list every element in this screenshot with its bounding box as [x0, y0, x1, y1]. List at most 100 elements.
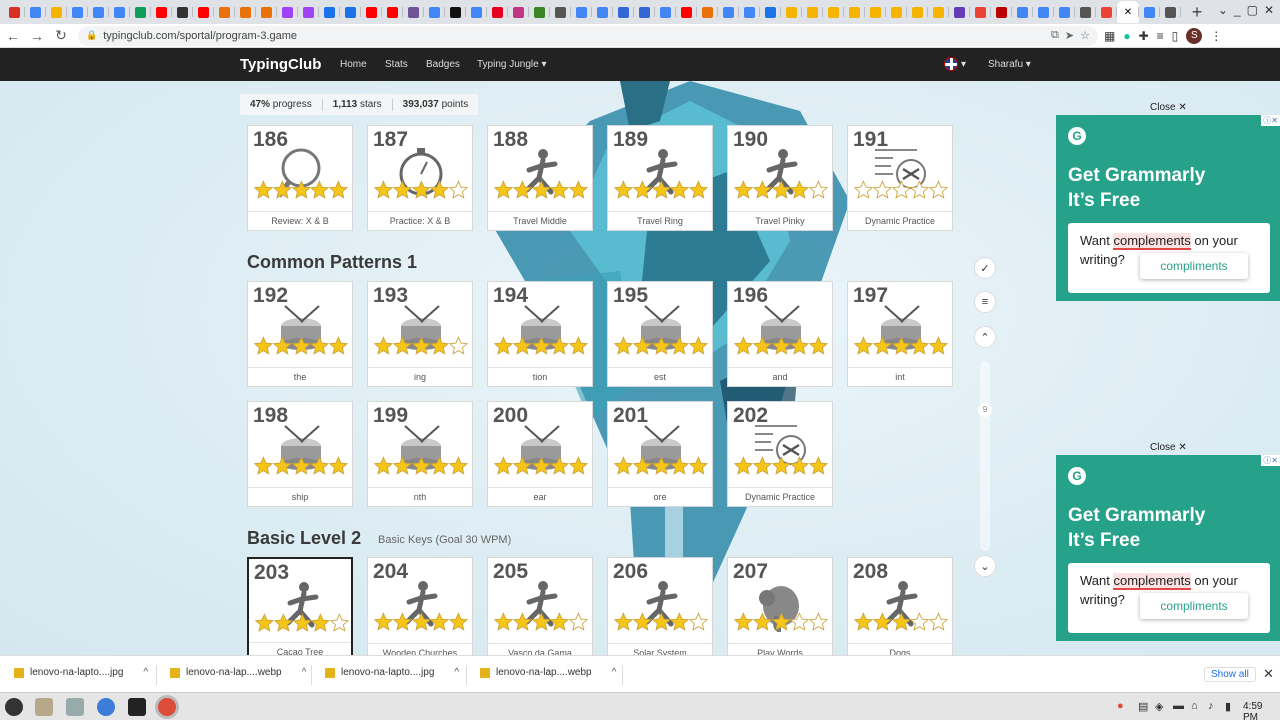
browser-tab[interactable] [130, 1, 151, 23]
browser-tab[interactable] [970, 1, 991, 23]
extension-icon[interactable]: ▦ [1104, 29, 1115, 43]
lesson-card[interactable]: 204 Wooden Churches [367, 557, 473, 655]
calculator-icon[interactable] [66, 698, 84, 716]
lesson-card[interactable]: 194 tion [487, 281, 593, 387]
lesson-card[interactable]: 207 Play Words [727, 557, 833, 655]
browser-tab[interactable] [382, 1, 403, 23]
lesson-card[interactable]: 195 est [607, 281, 713, 387]
side-panel-icon[interactable]: ▯ [1172, 29, 1179, 43]
lesson-card[interactable]: 208 Dogs [847, 557, 953, 655]
browser-tab[interactable] [550, 1, 571, 23]
language-dropdown-caret[interactable]: ▾ [961, 59, 966, 70]
browser-tab[interactable] [718, 1, 739, 23]
menu-dots-icon[interactable]: ⋮ [1210, 29, 1222, 43]
profile-avatar[interactable]: S [1186, 27, 1203, 44]
share-icon[interactable]: ➤ [1065, 29, 1074, 42]
browser-tab[interactable] [529, 1, 550, 23]
lesson-card[interactable]: 191 Dynamic Practice [847, 125, 953, 231]
translate-icon[interactable]: ⧉ [1051, 29, 1059, 42]
nav-stats[interactable]: Stats [385, 59, 408, 70]
terminal-icon[interactable] [128, 698, 146, 716]
browser-tab[interactable] [214, 1, 235, 23]
browser-tab[interactable] [403, 1, 424, 23]
browser-tab[interactable] [949, 1, 970, 23]
file-manager-icon[interactable] [35, 698, 53, 716]
lesson-card[interactable]: 196 and [727, 281, 833, 387]
lesson-card[interactable]: 206 Solar System [607, 557, 713, 655]
check-circle-icon[interactable]: ✓ [974, 257, 996, 279]
browser-tab[interactable] [193, 1, 214, 23]
browser-tab[interactable] [613, 1, 634, 23]
lesson-scroll-track[interactable] [980, 361, 990, 551]
start-menu-icon[interactable] [5, 698, 23, 716]
browser-tab[interactable] [592, 1, 613, 23]
battery-icon[interactable]: ▮ [1225, 700, 1231, 713]
ad-choices-icon[interactable]: ⓘ✕ [1261, 455, 1280, 466]
browser-tab[interactable] [298, 1, 319, 23]
nav-typing-jungle[interactable]: Typing Jungle ▾ [477, 59, 547, 70]
browser-tab[interactable] [928, 1, 949, 23]
lesson-card[interactable]: 200 ear [487, 401, 593, 507]
browser-tab[interactable] [487, 1, 508, 23]
close-tab-icon[interactable]: ✕ [1124, 7, 1132, 18]
browser-tab[interactable] [844, 1, 865, 23]
scroll-up-button[interactable]: ⌃ [974, 326, 996, 348]
browser-tab[interactable] [760, 1, 781, 23]
chrome-tray-icon[interactable]: ● [1117, 700, 1124, 712]
browser-tab[interactable] [88, 1, 109, 23]
lesson-card[interactable]: 190 Travel Pinky [727, 125, 833, 231]
browser-tab[interactable] [151, 1, 172, 23]
browser-tab[interactable] [1033, 1, 1054, 23]
browser-tab[interactable] [1075, 1, 1096, 23]
browser-tab[interactable] [739, 1, 760, 23]
browser-tab[interactable] [466, 1, 487, 23]
browser-tab[interactable] [865, 1, 886, 23]
browser-tab[interactable] [25, 1, 46, 23]
browser-tab[interactable] [781, 1, 802, 23]
chrome-icon[interactable] [158, 698, 176, 716]
reload-button[interactable]: ↻ [50, 25, 72, 47]
chevron-up-icon[interactable]: ^ [302, 667, 307, 678]
browser-tab[interactable] [172, 1, 193, 23]
back-button[interactable]: ← [2, 25, 24, 47]
browser-tab[interactable] [319, 1, 340, 23]
lesson-card[interactable]: 201 ore [607, 401, 713, 507]
browser-tab[interactable] [991, 1, 1012, 23]
volume-icon[interactable]: ♪ [1208, 700, 1214, 712]
browser-tab[interactable] [1160, 1, 1181, 23]
browser-tab[interactable] [4, 1, 25, 23]
browser-tab[interactable] [571, 1, 592, 23]
download-item[interactable]: lenovo-na-lapto....jpg ^ [325, 667, 459, 678]
browser-tab[interactable] [1139, 1, 1160, 23]
grammarly-ad[interactable]: ⓘ✕ G Get Grammarly It’s Free Want complem… [1056, 455, 1280, 641]
lesson-card[interactable]: 186 Review: X & B [247, 125, 353, 231]
forward-button[interactable]: → [26, 25, 48, 47]
brand-logo[interactable]: TypingClub [240, 56, 321, 73]
address-bar[interactable]: 🔒 typingclub.com/sportal/program-3.game … [78, 25, 1098, 46]
new-tab-button[interactable]: + [1187, 2, 1207, 23]
lesson-card[interactable]: 205 Vasco da Gama [487, 557, 593, 655]
lesson-card[interactable]: 203 Cacao Tree [247, 557, 353, 655]
lesson-card[interactable]: 192 the [247, 281, 353, 387]
browser-tab[interactable] [46, 1, 67, 23]
chevron-up-icon[interactable]: ^ [143, 667, 148, 678]
download-item[interactable]: lenovo-na-lap....webp ^ [480, 667, 616, 678]
browser-tab[interactable] [802, 1, 823, 23]
maximize-icon[interactable]: ▢ [1247, 3, 1258, 17]
browser-tab[interactable] [277, 1, 298, 23]
active-tab[interactable]: ✕ [1117, 1, 1139, 23]
browser-tab[interactable] [235, 1, 256, 23]
close-window-icon[interactable]: ✕ [1264, 3, 1274, 17]
browser-tab[interactable] [508, 1, 529, 23]
minimize-icon[interactable]: _ [1234, 3, 1241, 17]
browser-tab[interactable] [445, 1, 466, 23]
browser-tab[interactable] [424, 1, 445, 23]
uk-flag-icon[interactable] [944, 57, 958, 71]
lesson-card[interactable]: 199 nth [367, 401, 473, 507]
browser-tab[interactable] [109, 1, 130, 23]
lesson-card[interactable]: 189 Travel Ring [607, 125, 713, 231]
ad-close-button[interactable]: Close ✕ [1150, 102, 1187, 113]
keyboard-icon[interactable]: ▬ [1173, 700, 1184, 712]
bookmark-star-icon[interactable]: ☆ [1080, 29, 1090, 42]
shield-icon[interactable]: ◈ [1155, 700, 1163, 713]
